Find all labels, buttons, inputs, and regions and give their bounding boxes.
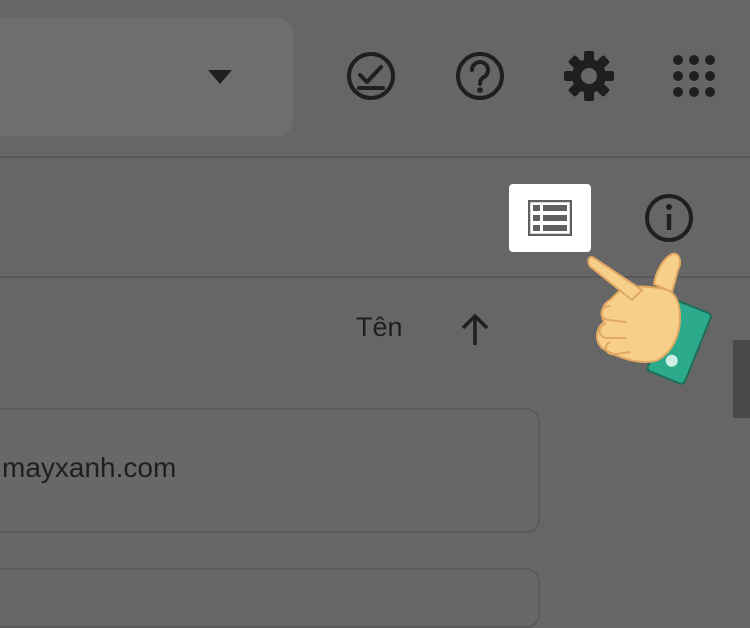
pointing-hand-icon (587, 252, 712, 385)
help-icon[interactable] (452, 48, 508, 104)
scrollbar-thumb[interactable] (733, 340, 750, 418)
arrow-up-icon[interactable] (458, 312, 492, 348)
search-box[interactable] (0, 18, 293, 136)
list-view-icon (528, 200, 572, 236)
file-list-item[interactable] (0, 568, 540, 628)
info-icon[interactable] (642, 191, 696, 245)
file-list-item[interactable]: mayxanh.com (0, 408, 540, 533)
checkmark-circle-icon[interactable] (343, 48, 399, 104)
sort-name-label[interactable]: Tên (356, 312, 403, 343)
caret-down-icon[interactable] (204, 66, 236, 90)
settings-icon[interactable] (561, 48, 617, 104)
view-toggle-button[interactable] (509, 184, 591, 252)
apps-grid-icon[interactable] (666, 48, 722, 104)
file-name: mayxanh.com (2, 452, 177, 483)
header-divider (0, 156, 750, 158)
